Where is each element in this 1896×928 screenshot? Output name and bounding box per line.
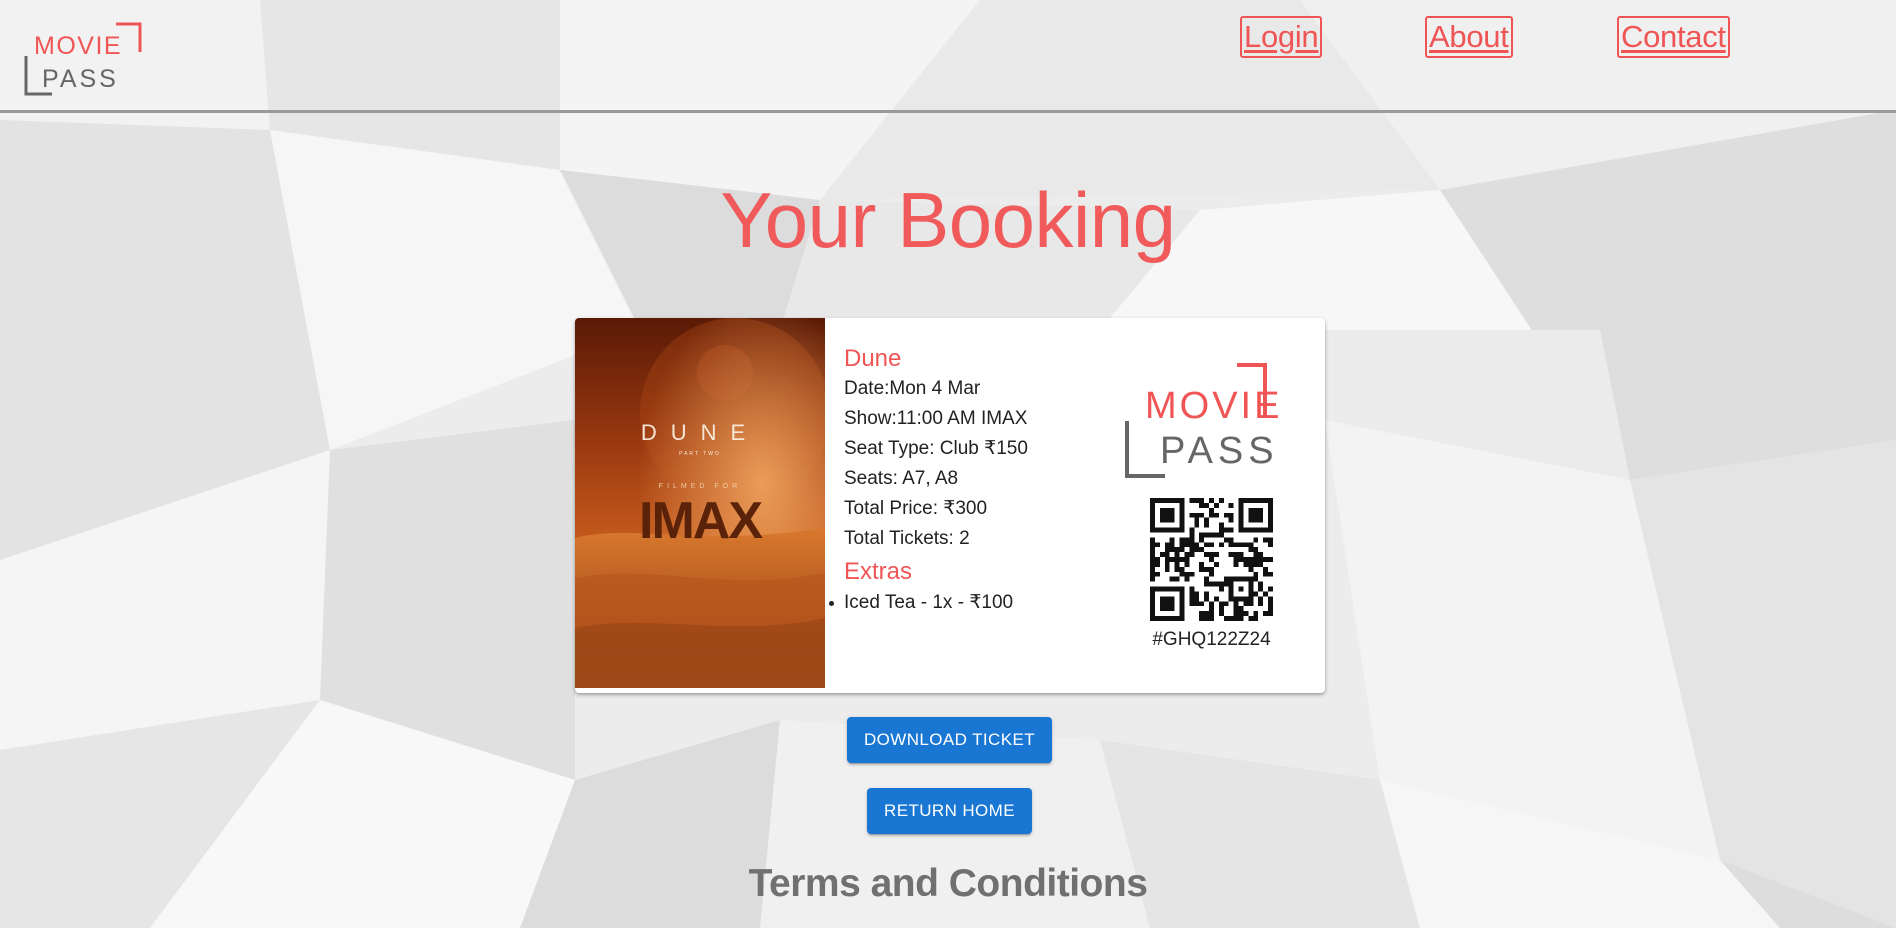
booking-seat-type: Seat Type: Club ₹150 [844, 438, 1028, 459]
logo-word2: PASS [42, 65, 119, 93]
download-ticket-button[interactable]: Download Ticket [847, 717, 1052, 763]
movie-title: Dune [844, 345, 902, 372]
booking-card: DUNE PART TWO FILMED FOR IMAX Dune Date:… [575, 318, 1325, 693]
nav-about-link[interactable]: About [1425, 16, 1513, 58]
card-logo-word1: MOVIE [1145, 385, 1282, 427]
card-logo-word2: PASS [1160, 430, 1279, 472]
booking-seats: Seats: A7, A8 [844, 468, 959, 489]
poster-tagline: FILMED FOR [659, 483, 741, 490]
extras-list: Iced Tea - 1x - ₹100 [829, 588, 1144, 618]
booking-date: Date:Mon 4 Mar [844, 378, 981, 399]
booking-details: Dune Date:Mon 4 Mar Show:11:00 AM IMAX S… [829, 344, 1144, 618]
poster-format: IMAX [639, 492, 763, 550]
booking-total-tickets: Total Tickets: 2 [844, 528, 970, 549]
qr-code [1150, 498, 1273, 621]
nav-login-link[interactable]: Login [1240, 16, 1323, 58]
svg-text:PASS: PASS [42, 65, 119, 93]
logo-word1-first: MOVIE [34, 32, 122, 60]
booking-total-price: Total Price: ₹300 [844, 498, 988, 519]
movie-pass-logo[interactable]: MOVIE PASS [24, 22, 142, 96]
svg-text:PASS: PASS [1160, 430, 1279, 472]
poster-subtitle: PART TWO [679, 451, 721, 457]
svg-text:MOVIE: MOVIE [34, 32, 122, 60]
booking-show: Show:11:00 AM IMAX [844, 408, 1028, 429]
extras-item: Iced Tea - 1x - ₹100 [829, 588, 1144, 618]
header: MOVIE PASS Login About Contact [0, 0, 1896, 113]
nav-contact-link[interactable]: Contact [1617, 16, 1730, 58]
booking-code: #GHQ122Z24 [1152, 629, 1271, 650]
return-home-button[interactable]: Return Home [867, 788, 1032, 834]
svg-text:MOVIE: MOVIE [1145, 385, 1282, 427]
page-title: Your Booking [720, 176, 1176, 264]
poster-title: DUNE [641, 420, 759, 445]
extras-title: Extras [844, 558, 913, 585]
movie-pass-logo-card: MOVIE PASS [1125, 363, 1282, 478]
terms-title: Terms and Conditions [748, 862, 1148, 905]
movie-poster: DUNE PART TWO FILMED FOR IMAX [575, 318, 825, 688]
booking-page: MOVIE PASS Login About Contact Your Book… [0, 0, 1896, 928]
